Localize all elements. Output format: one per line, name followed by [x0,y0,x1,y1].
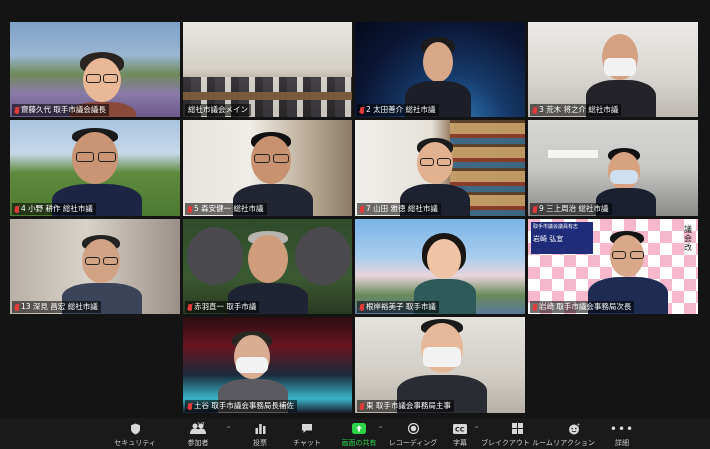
share-screen-caret-icon[interactable]: ^ [378,426,383,433]
participant-name-label: 5 森安健一 総社市議 [185,203,267,215]
participant-name-label: 13 深見 昌宏 総社市議 [12,301,101,313]
participants-button[interactable]: 17 参加者 [180,418,216,449]
muted-mic-icon [360,205,364,213]
participant-count: 17 [197,422,205,429]
muted-mic-icon [360,106,364,114]
muted-mic-icon [533,106,537,114]
participant-name-label: 赤羽直一 取手市議 [185,301,260,313]
participant-name-label: 3 荒木 将之介 総社市議 [530,104,622,116]
video-tile[interactable]: 根岸裕美子 取手市議 [355,219,525,314]
video-tile[interactable]: 9 三上周治 総社市議 [528,120,698,216]
muted-mic-icon [533,303,537,311]
muted-mic-icon [360,402,364,410]
muted-mic-icon [15,303,19,311]
record-button[interactable]: レコーディング [389,418,437,449]
video-tile[interactable]: 7 山田 雅徳 総社市議 [355,120,525,216]
breakout-icon [511,421,523,436]
security-button[interactable]: セキュリティ [112,418,158,449]
stamp-text: 議会改 [684,225,692,252]
breakout-rooms-button[interactable]: ブレイクアウト ルーム [481,418,553,449]
video-tile[interactable]: 総社市議会メイン [183,22,352,117]
reactions-button[interactable]: + リアクション [553,418,595,449]
participants-caret-icon[interactable]: ^ [226,426,231,433]
video-tile[interactable]: 5 森安健一 総社市議 [183,120,352,216]
participant-name-label: 総社市議会メイン [185,104,251,116]
video-tile[interactable]: 齋藤久代 取手市議会議長 [10,22,180,117]
chat-button[interactable]: チャット [290,418,324,449]
video-tile[interactable]: 2 太田善介 総社市議 [355,22,525,117]
participant-name-label: 4 小野 耕作 総社市議 [12,203,96,215]
polls-button[interactable]: 投票 [245,418,275,449]
video-tile[interactable]: 4 小野 耕作 総社市議 [10,120,180,216]
video-tile[interactable]: 赤羽直一 取手市議 [183,219,352,314]
muted-mic-icon [15,106,19,114]
cc-icon: CC [453,421,467,436]
sign-line1: 取手市議会議員有志 [533,224,579,230]
more-icon: ••• [609,421,635,436]
video-tile[interactable]: 3 荒木 将之介 総社市議 [528,22,698,117]
participant-name-label: 根岸裕美子 取手市議 [357,301,439,313]
record-icon [407,421,419,436]
participant-video [397,319,487,413]
meeting-toolbar: セキュリティ 17 参加者 ^ 投票 チャット 画面の共有 ^ レコーディング [0,418,710,449]
chat-icon [301,421,313,436]
participants-icon: 17 [183,421,213,436]
muted-mic-icon [15,205,19,213]
muted-mic-icon [360,303,364,311]
more-button[interactable]: ••• 詳細 [610,418,634,449]
video-tile[interactable]: 東 取手市議会事務局主事 [355,317,525,413]
svg-text:+: + [577,423,581,429]
name-sign: 取手市議会議員有志 岩崎 弘宜 [531,222,593,254]
muted-mic-icon [188,205,192,213]
participant-name-label: 東 取手市議会事務局主事 [357,400,454,412]
participant-name-label: 9 三上周治 総社市議 [530,203,612,215]
participant-name-label: 齋藤久代 取手市議会議長 [12,104,109,116]
captions-caret-icon[interactable]: ^ [474,426,479,433]
participant-name-label: 土谷 取手市議会事務局長補佐 [185,400,297,412]
active-speaker-tile[interactable]: 取手市議会議員有志 岩崎 弘宜 議会改 岩崎 取手市議会事務局次長 [528,219,698,314]
poll-icon [255,421,266,436]
video-tile[interactable]: 13 深見 昌宏 総社市議 [10,219,180,314]
share-screen-icon [352,421,366,436]
muted-mic-icon [188,303,192,311]
video-tile[interactable]: 土谷 取手市議会事務局長補佐 [183,317,352,413]
share-screen-button[interactable]: 画面の共有 [338,418,380,449]
captions-button[interactable]: CC 字幕 [447,418,473,449]
shield-icon [130,421,141,436]
participant-name-label: 2 太田善介 総社市議 [357,104,439,116]
participant-name-label: 7 山田 雅徳 総社市議 [357,203,441,215]
muted-mic-icon [188,402,192,410]
sign-line2: 岩崎 弘宜 [533,235,564,243]
reaction-icon: + [568,421,580,436]
svg-text:CC: CC [455,425,465,433]
muted-mic-icon [533,205,537,213]
participant-name-label: 岩崎 取手市議会事務局次長 [530,301,635,313]
